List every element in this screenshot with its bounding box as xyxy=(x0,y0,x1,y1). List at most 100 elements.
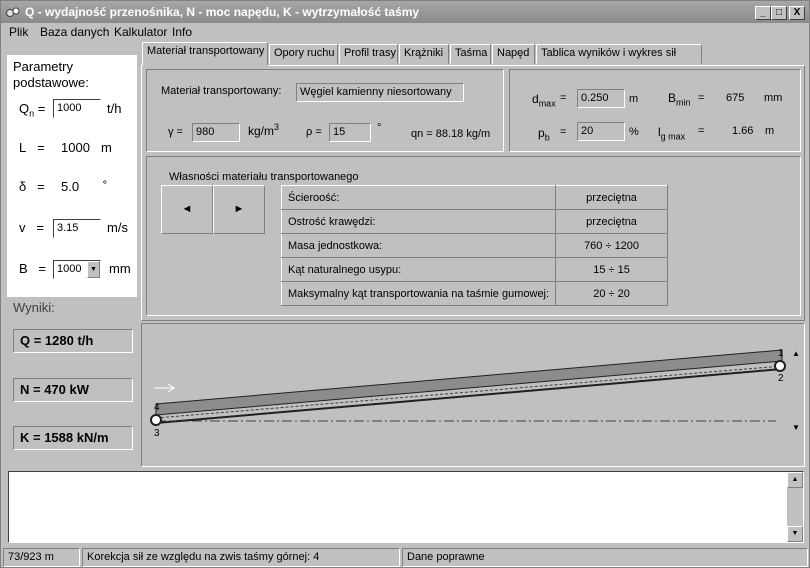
next-button[interactable]: ► xyxy=(213,185,265,234)
gamma-input[interactable]: 980 xyxy=(192,123,240,142)
properties-heading: Własności materiału transportowanego xyxy=(169,171,359,183)
property-value: 15 ÷ 15 xyxy=(555,257,669,282)
return-belt-dashed xyxy=(155,365,783,419)
point-label-3: 3 xyxy=(154,428,160,439)
menu-baza-danych[interactable]: Baza danych xyxy=(40,25,109,39)
result-n: N = 470 kW xyxy=(13,378,133,402)
rho-label: ρ = xyxy=(306,126,322,138)
gamma-label: γ = xyxy=(168,126,183,138)
delta-label: δ = xyxy=(19,179,45,194)
status-validation: Dane poprawne xyxy=(402,548,808,567)
scroll-down-icon[interactable]: ▼ xyxy=(788,420,804,436)
result-k: K = 1588 kN/m xyxy=(13,426,133,450)
delta-unit: ˚ xyxy=(103,179,108,194)
tab-naped[interactable]: Napęd xyxy=(492,44,535,64)
close-button[interactable]: X xyxy=(789,6,805,20)
point-label-1: 1 xyxy=(778,348,784,359)
property-key: Ostrość krawędzi: xyxy=(280,209,557,234)
menu-info[interactable]: Info xyxy=(172,25,192,39)
diagram-scrollbar[interactable]: ▲ ▼ xyxy=(788,324,804,466)
tab-krazniki[interactable]: Krążniki xyxy=(399,44,449,64)
pb-input[interactable]: 20 xyxy=(577,122,625,141)
scroll-up-icon[interactable]: ▲ xyxy=(788,346,804,362)
b-select[interactable]: 1000 ▼ xyxy=(53,260,101,279)
status-correction: Korekcja sił ze względu na zwis taśmy gó… xyxy=(82,548,400,567)
pb-eq: = xyxy=(560,126,567,138)
result-q: Q = 1280 t/h xyxy=(13,329,133,353)
properties-table: Ścieroość: przeciętna Ostrość krawędzi: … xyxy=(280,185,669,306)
v-input[interactable]: 3.15 xyxy=(53,219,101,238)
chevron-down-icon[interactable]: ▼ xyxy=(87,261,100,278)
lg-label: lg max xyxy=(658,125,686,142)
point-label-4: 4 xyxy=(154,402,160,413)
tab-tablica-wynikow[interactable]: Tablica wyników i wykres sił xyxy=(536,44,702,64)
property-value: 20 ÷ 20 xyxy=(555,281,669,306)
pb-label: pb xyxy=(538,126,550,143)
prev-button[interactable]: ◄ xyxy=(161,185,213,234)
material-label: Materiał transportowany: xyxy=(161,85,282,97)
main-window: Q - wydajność przenośnika, N - moc napęd… xyxy=(0,0,810,568)
lg-value: 1.66 xyxy=(732,125,754,137)
qn-text: qn = 88.18 kg/m xyxy=(411,128,491,140)
q-input[interactable]: 1000 xyxy=(53,99,101,118)
rho-unit: ° xyxy=(377,122,382,134)
bmin-eq: = xyxy=(698,92,705,104)
results-heading: Wyniki: xyxy=(13,300,55,315)
title-bar: Q - wydajność przenośnika, N - moc napęd… xyxy=(1,1,809,23)
table-row: Masa jednostkowa: 760 ÷ 1200 xyxy=(280,233,669,258)
bmin-label: Bmin xyxy=(668,91,691,108)
menu-bar: Plik Baza danych Kalkulator Info xyxy=(1,23,809,41)
lg-eq: = xyxy=(698,125,705,137)
tab-tasma[interactable]: Taśma xyxy=(450,44,491,64)
v-label: v = xyxy=(19,220,44,235)
point-label-2: 2 xyxy=(778,373,784,384)
dmax-input[interactable]: 0.250 xyxy=(577,89,625,108)
lg-unit: m xyxy=(765,125,775,137)
table-row: Kąt naturalnego usypu: 15 ÷ 15 xyxy=(280,257,669,282)
l-value: 1000 xyxy=(61,140,90,155)
property-key: Kąt naturalnego usypu: xyxy=(280,257,557,282)
conveyor-diagram: 4 3 1 2 xyxy=(150,348,786,439)
dmax-unit: m xyxy=(629,93,639,105)
b-select-value: 1000 xyxy=(57,263,82,275)
property-value: 760 ÷ 1200 xyxy=(555,233,669,258)
property-key: Ścieroość: xyxy=(280,185,557,210)
app-icon xyxy=(6,7,20,17)
rho-input[interactable]: 15 xyxy=(329,123,371,142)
minimize-button[interactable]: _ xyxy=(755,6,771,20)
scroll-down-icon[interactable]: ▼ xyxy=(787,526,803,542)
table-row: Maksymalny kąt transportowania na taśmie… xyxy=(280,281,669,306)
property-value: przeciętna xyxy=(555,209,669,234)
l-unit: m xyxy=(101,140,112,155)
basic-params-heading: Parametry podstawowe: xyxy=(13,59,89,90)
basic-params-panel: Parametry podstawowe: Qn = 1000 t/h L = … xyxy=(7,55,137,297)
message-scrollbar[interactable]: ▲ ▼ xyxy=(787,472,803,542)
property-value: przeciętna xyxy=(555,185,669,210)
bmin-value: 675 xyxy=(726,92,745,104)
property-key: Maksymalny kąt transportowania na taśmie… xyxy=(280,281,557,306)
tab-material[interactable]: Materiał transportowany xyxy=(142,42,268,66)
pb-unit: % xyxy=(629,126,639,138)
material-value[interactable]: Węgiel kamienny niesortowany xyxy=(296,83,464,102)
upper-belt xyxy=(155,349,783,416)
scroll-up-icon[interactable]: ▲ xyxy=(787,472,803,488)
tab-opory-ruchu[interactable]: Opory ruchu xyxy=(269,44,338,64)
table-row: Ostrość krawędzi: przeciętna xyxy=(280,209,669,234)
menu-kalkulator[interactable]: Kalkulator xyxy=(114,25,167,39)
window-title: Q - wydajność przenośnika, N - moc napęd… xyxy=(25,5,420,19)
derived-params-group xyxy=(509,69,801,152)
tab-profil-trasy[interactable]: Profil trasy xyxy=(339,44,398,64)
v-unit: m/s xyxy=(107,220,128,235)
menu-plik[interactable]: Plik xyxy=(9,25,28,39)
maximize-button[interactable]: □ xyxy=(771,6,787,20)
status-position: 73/923 m xyxy=(3,548,80,567)
q-label: Qn = xyxy=(19,101,46,119)
dmax-eq: = xyxy=(560,92,567,104)
head-pulley xyxy=(774,360,786,372)
conveyor-diagram-panel: 4 3 1 2 ▲ ▼ xyxy=(141,323,805,467)
bmin-unit: mm xyxy=(764,92,783,104)
b-label: B = xyxy=(19,261,47,276)
dmax-label: dmax xyxy=(532,92,556,109)
message-area[interactable]: ▲ ▼ xyxy=(8,471,804,543)
property-key: Masa jednostkowa: xyxy=(280,233,557,258)
